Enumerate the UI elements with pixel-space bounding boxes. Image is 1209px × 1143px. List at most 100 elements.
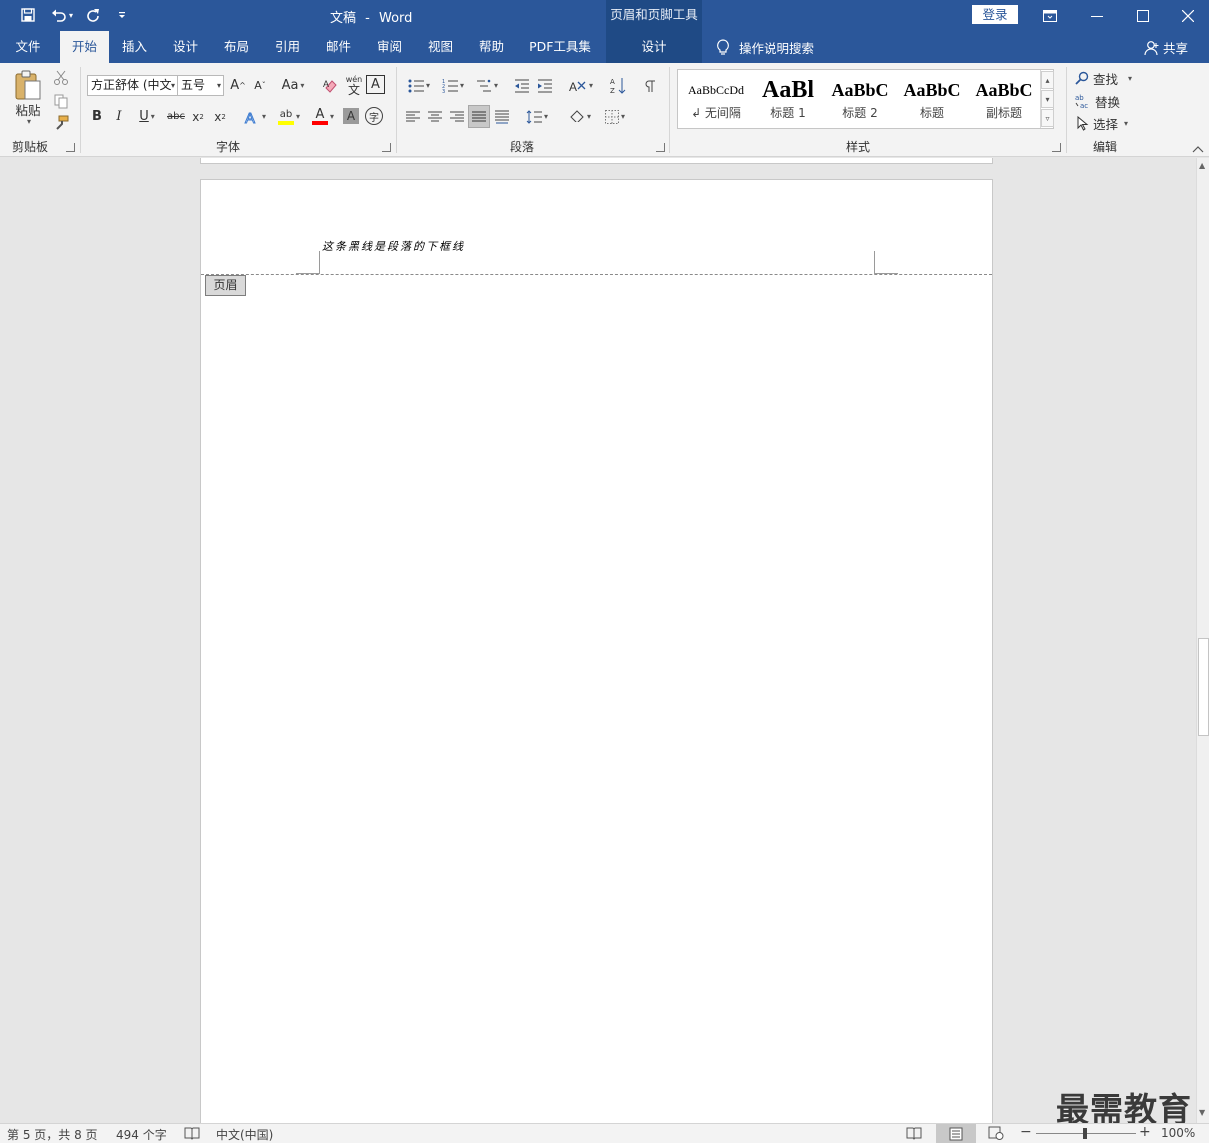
tab-home[interactable]: 开始 (60, 31, 109, 63)
font-size-combo[interactable]: 五号 ▾ (177, 75, 224, 96)
redo-icon[interactable] (82, 5, 104, 25)
document-page[interactable]: 这条黑线是段落的下框线 页眉 (200, 179, 993, 1123)
share-button[interactable]: 共享 (1144, 38, 1188, 57)
style-title[interactable]: AaBbC 标题 (896, 72, 968, 126)
word-count[interactable]: 494 个字 (116, 1126, 167, 1143)
bold-icon[interactable]: B (88, 106, 106, 127)
header-text[interactable]: 这条黑线是段落的下框线 (322, 238, 465, 254)
gallery-more-icon[interactable]: ▿ (1041, 109, 1054, 127)
italic-icon[interactable]: I (110, 106, 128, 127)
undo-icon[interactable]: ▾ (47, 5, 77, 25)
zoom-out-button[interactable]: − (1020, 1124, 1032, 1140)
highlight-button[interactable]: ab ▾ (273, 106, 305, 127)
numbering-button[interactable]: 1 2 3 ▾ (437, 75, 469, 96)
tab-design[interactable]: 设计 (162, 31, 209, 63)
zoom-slider-thumb[interactable] (1083, 1128, 1087, 1139)
ribbon-display-options-icon[interactable] (1027, 0, 1073, 31)
borders-button[interactable]: ▾ (599, 106, 631, 127)
enclose-characters-icon[interactable]: 字 (365, 107, 383, 125)
align-left-icon[interactable] (403, 106, 423, 127)
style-heading-1[interactable]: AaBl 标题 1 (752, 72, 824, 126)
svg-text:A: A (569, 80, 577, 93)
separator (1066, 67, 1067, 153)
paste-button[interactable]: 粘贴 ▾ (8, 67, 48, 127)
font-name-combo[interactable]: 方正舒体 (中文 ▾ (87, 75, 178, 96)
phonetic-guide-button[interactable]: wén 文 (343, 73, 365, 97)
show-formatting-marks-icon[interactable] (640, 75, 660, 96)
close-button[interactable] (1165, 0, 1209, 31)
highlight-icon: ab (277, 109, 294, 125)
tab-references[interactable]: 引用 (264, 31, 311, 63)
tab-pdf-tools[interactable]: PDF工具集 (521, 31, 599, 63)
replace-button[interactable]: ab ac 替换 (1075, 91, 1120, 111)
font-launcher-icon[interactable] (382, 143, 391, 152)
shrink-font-icon[interactable]: Aˇ (250, 75, 270, 96)
character-border-icon[interactable]: A (366, 75, 385, 94)
tab-insert[interactable]: 插入 (111, 31, 158, 63)
line-spacing-button[interactable]: ▾ (521, 106, 553, 127)
zoom-in-button[interactable]: + (1139, 1124, 1151, 1140)
font-color-button[interactable]: A ▾ (307, 106, 339, 127)
asian-layout-button[interactable]: A ▾ (565, 75, 597, 96)
bullets-button[interactable]: ▾ (403, 75, 435, 96)
zoom-level[interactable]: 100% (1161, 1126, 1195, 1140)
read-mode-icon[interactable] (906, 1126, 922, 1143)
format-painter-icon[interactable] (51, 113, 71, 133)
subscript-icon[interactable]: x2 (189, 106, 207, 127)
tab-review[interactable]: 审阅 (366, 31, 413, 63)
collapse-ribbon-icon[interactable] (1192, 143, 1204, 153)
underline-button[interactable]: U ▾ (132, 106, 162, 127)
language-indicator[interactable]: 中文(中国) (216, 1126, 273, 1143)
document-name: 文稿 (330, 11, 357, 26)
decrease-indent-icon[interactable] (512, 75, 532, 96)
clear-formatting-icon[interactable]: A (320, 75, 342, 96)
find-button[interactable]: 查找 ▾ (1075, 68, 1132, 88)
bullets-icon (408, 79, 424, 92)
copy-icon[interactable] (51, 91, 71, 111)
clipboard-launcher-icon[interactable] (66, 143, 75, 152)
customize-qat-icon[interactable] (111, 5, 133, 25)
grow-font-icon[interactable]: A ^ (228, 75, 248, 96)
maximize-button[interactable] (1120, 0, 1166, 31)
align-center-icon[interactable] (425, 106, 445, 127)
minimize-button[interactable] (1074, 0, 1120, 31)
tab-view[interactable]: 视图 (417, 31, 464, 63)
print-layout-icon[interactable] (936, 1124, 976, 1143)
shading-button[interactable]: ▾ (564, 106, 596, 127)
tab-layout[interactable]: 布局 (213, 31, 260, 63)
style-no-spacing[interactable]: AaBbCcDd ↲ 无间隔 (680, 72, 752, 126)
scroll-down-icon[interactable]: ▼ (1199, 1108, 1205, 1117)
tell-me-search[interactable]: 操作说明搜索 (716, 38, 814, 57)
character-shading-icon[interactable]: A (343, 108, 359, 124)
strikethrough-icon[interactable]: abc (165, 106, 187, 127)
style-heading-2[interactable]: AaBbC 标题 2 (824, 72, 896, 126)
superscript-icon[interactable]: x2 (211, 106, 229, 127)
vertical-scrollbar[interactable]: ▲ ▼ (1196, 158, 1209, 1123)
cut-icon[interactable] (51, 68, 71, 88)
tab-file[interactable]: 文件 (3, 31, 53, 63)
tab-header-footer-design[interactable]: 设计 (606, 31, 702, 63)
paragraph-launcher-icon[interactable] (656, 143, 665, 152)
gallery-up-icon[interactable]: ▴ (1041, 71, 1054, 89)
gallery-down-icon[interactable]: ▾ (1041, 90, 1054, 108)
align-right-icon[interactable] (447, 106, 467, 127)
tab-mailings[interactable]: 邮件 (315, 31, 362, 63)
proofing-icon[interactable] (184, 1126, 200, 1143)
login-button[interactable]: 登录 (972, 5, 1018, 24)
text-effects-button[interactable]: A ▾ (240, 106, 270, 127)
sort-icon[interactable]: AZ (608, 75, 628, 97)
page-count[interactable]: 第 5 页，共 8 页 (7, 1126, 98, 1143)
scroll-thumb[interactable] (1198, 638, 1209, 736)
justify-icon[interactable] (468, 105, 490, 128)
select-button[interactable]: 选择 ▾ (1077, 113, 1128, 133)
change-case-button[interactable]: Aa ▾ (278, 75, 308, 96)
web-layout-icon[interactable] (988, 1126, 1004, 1143)
tab-help[interactable]: 帮助 (468, 31, 515, 63)
increase-indent-icon[interactable] (535, 75, 555, 96)
save-icon[interactable] (17, 5, 39, 25)
distributed-icon[interactable] (492, 106, 512, 127)
styles-launcher-icon[interactable] (1052, 143, 1061, 152)
style-subtitle[interactable]: AaBbC 副标题 (968, 72, 1040, 126)
scroll-up-icon[interactable]: ▲ (1199, 161, 1205, 170)
multilevel-list-button[interactable]: ▾ (471, 75, 503, 96)
